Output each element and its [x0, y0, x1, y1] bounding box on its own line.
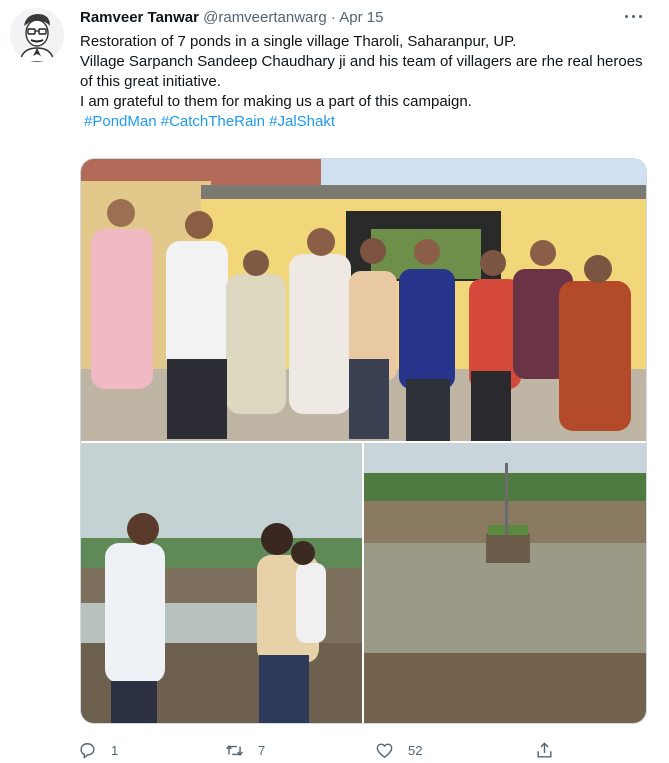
reply-count: 1: [111, 742, 119, 758]
like-button[interactable]: 52: [375, 738, 422, 762]
retweet-count: 7: [258, 742, 266, 758]
share-icon: [537, 741, 552, 758]
group-photo[interactable]: [81, 159, 646, 441]
media-grid: [80, 158, 647, 724]
retweet-button[interactable]: 7: [225, 738, 265, 762]
more-dots-icon[interactable]: [623, 8, 645, 24]
reply-icon: [80, 742, 95, 758]
share-button[interactable]: [535, 738, 554, 762]
separator: ·: [330, 9, 336, 26]
tweet-date[interactable]: Apr 15: [339, 9, 383, 26]
author-name[interactable]: Ramveer Tanwar: [80, 9, 199, 26]
retweet-icon: [226, 744, 243, 756]
heart-icon: [376, 742, 393, 758]
action-bar: 1 7 52: [70, 738, 590, 762]
hashtags: #PondMan #CatchTheRain #JalShakt: [80, 112, 650, 132]
reply-button[interactable]: 1: [78, 738, 118, 762]
pond-water-photo-image: [364, 443, 646, 723]
avatar[interactable]: [10, 8, 64, 62]
pond-water-photo[interactable]: [364, 443, 646, 723]
author-handle[interactable]: @ramveertanwarg: [203, 9, 327, 26]
pond-site-photo-image: [81, 443, 362, 723]
avatar-sketch-image: [10, 8, 64, 62]
tweet-text: Restoration of 7 ponds in a single villa…: [80, 32, 650, 132]
tweet-text-line: I am grateful to them for making us a pa…: [80, 93, 472, 110]
hashtag-link[interactable]: #PondMan: [84, 113, 157, 130]
tweet-text-line: Restoration of 7 ponds in a single villa…: [80, 33, 517, 50]
like-count: 52: [408, 742, 423, 758]
hashtag-link[interactable]: #CatchTheRain: [161, 113, 265, 130]
hashtag-link[interactable]: #JalShakt: [269, 113, 335, 130]
group-photo-image: [81, 159, 646, 441]
pond-site-photo[interactable]: [81, 443, 362, 723]
tweet-header: Ramveer Tanwar @ramveertanwarg · Apr 15: [80, 6, 653, 30]
tweet-text-line: Village Sarpanch Sandeep Chaudhary ji an…: [80, 53, 643, 90]
tweet-card[interactable]: Ramveer Tanwar @ramveertanwarg · Apr 15 …: [0, 0, 669, 763]
